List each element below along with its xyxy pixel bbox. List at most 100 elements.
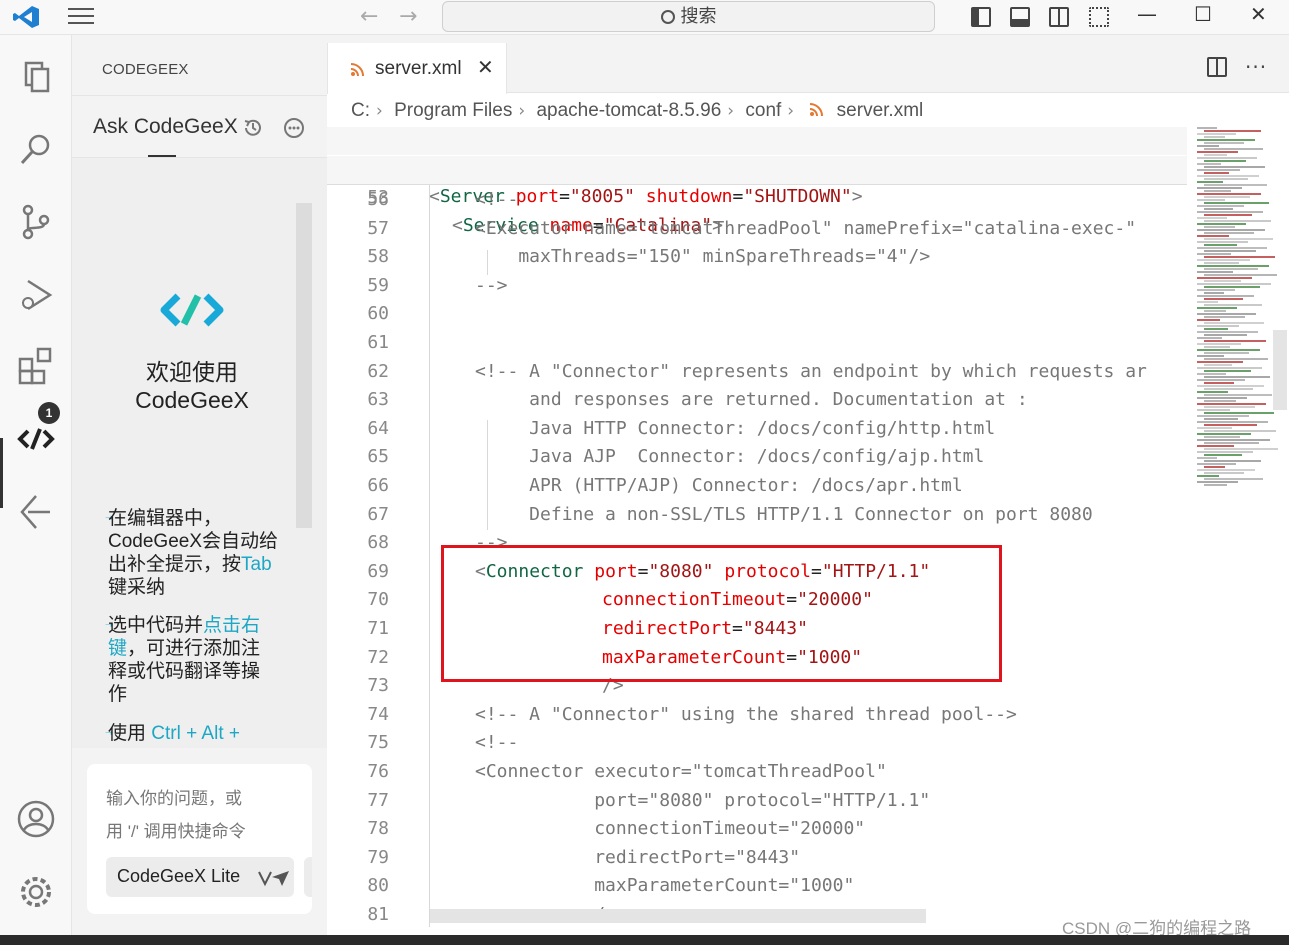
code-line[interactable]: 62 <!-- A "Connector" represents an endpo…	[327, 358, 1187, 386]
minimap-line	[1197, 403, 1266, 405]
tip-right-click: 选中代码并点击右键，可进行添加注释或代码翻译等操作	[108, 614, 278, 706]
code-line[interactable]: 79 redirectPort="8443"	[327, 844, 1187, 872]
code-line[interactable]: 78 connectionTimeout="20000"	[327, 815, 1187, 843]
code-line[interactable]: 56 <!--	[327, 186, 1187, 214]
command-center-search[interactable]: 搜索	[442, 1, 935, 32]
code-line[interactable]: 61	[327, 329, 1187, 357]
code-text: APR (HTTP/AJP) Connector: /docs/apr.html	[475, 475, 963, 496]
minimap-line	[1204, 196, 1250, 198]
active-indicator	[0, 438, 3, 508]
minimap[interactable]	[1193, 127, 1283, 927]
vertical-scrollbar[interactable]	[1273, 330, 1287, 410]
code-line[interactable]: 66 APR (HTTP/AJP) Connector: /docs/apr.h…	[327, 472, 1187, 500]
highlight-annotation-box	[441, 545, 1002, 682]
line-number: 59	[367, 274, 389, 296]
toggle-secondary-sidebar-icon[interactable]	[1049, 7, 1069, 27]
code-line[interactable]: 57 <Executor name="tomcatThreadPool" name…	[327, 215, 1187, 243]
xml-file-icon	[810, 103, 824, 117]
code-line[interactable]: 63 and responses are returned. Documenta…	[327, 386, 1187, 414]
source-control-icon[interactable]	[14, 200, 58, 244]
code-line[interactable]: 67 Define a non-SSL/TLS HTTP/1.1 Connect…	[327, 501, 1187, 529]
toggle-primary-sidebar-icon[interactable]	[971, 7, 991, 27]
code-view[interactable]: 22 <Server port="8005" shutdown="SHUTDOW…	[327, 127, 1187, 927]
code-line[interactable]: 60	[327, 300, 1187, 328]
line-number: 73	[367, 675, 389, 697]
toggle-panel-icon[interactable]	[1010, 7, 1030, 27]
minimap-line	[1197, 193, 1261, 195]
minimap-line	[1204, 172, 1229, 174]
chevron-send-icon	[258, 871, 289, 887]
history-icon[interactable]	[242, 117, 264, 139]
run-debug-icon[interactable]	[14, 273, 58, 317]
search-icon[interactable]	[14, 127, 58, 171]
code-line[interactable]: 58 maxThreads="150" minSpareThreads="4"/…	[327, 243, 1187, 271]
minimap-line	[1197, 427, 1232, 429]
code-text: port="8080" protocol="HTTP/1.1"	[475, 789, 931, 811]
explorer-icon[interactable]	[14, 55, 58, 99]
code-line[interactable]: 75 <!--	[327, 729, 1187, 757]
minimap-line	[1204, 352, 1249, 354]
back-arrow-icon[interactable]: ←	[360, 4, 378, 29]
minimap-line	[1204, 424, 1257, 426]
line-number: 68	[367, 532, 389, 554]
tab-server-xml[interactable]: server.xml ✕	[327, 43, 507, 94]
model-selector[interactable]: CodeGeeX Lite	[106, 857, 294, 897]
remote-icon[interactable]	[14, 490, 58, 534]
send-button[interactable]	[304, 857, 312, 897]
sticky-line[interactable]: 53 <Service name="Catalina">	[327, 156, 1187, 236]
minimap-line	[1204, 460, 1261, 462]
chat-input[interactable]: 输入你的问题，或 用 '/' 调用快捷命令	[106, 782, 296, 848]
account-icon[interactable]	[14, 797, 58, 841]
minimap-line	[1204, 298, 1243, 300]
maximize-button[interactable]: ☐	[1194, 2, 1212, 26]
close-window-button[interactable]: ✕	[1250, 2, 1267, 26]
codegeex-icon[interactable]	[14, 417, 58, 461]
settings-icon[interactable]	[14, 870, 58, 914]
minimap-line	[1204, 292, 1224, 294]
minimap-line	[1204, 160, 1246, 162]
code-line[interactable]: 65 Java AJP Connector: /docs/config/ajp.…	[327, 443, 1187, 471]
extensions-icon[interactable]	[14, 345, 58, 389]
menu-icon[interactable]	[68, 8, 94, 26]
activity-bar: 1	[0, 35, 72, 935]
minimap-line	[1197, 325, 1239, 327]
close-icon[interactable]: ✕	[477, 55, 494, 79]
breadcrumb-item[interactable]: apache-tomcat-8.5.96	[536, 100, 721, 121]
minimap-line	[1204, 256, 1275, 258]
minimize-button[interactable]: —	[1137, 2, 1157, 26]
chevron-right-icon: ›	[787, 101, 795, 121]
minimap-line	[1197, 451, 1253, 453]
minimap-line	[1197, 151, 1238, 153]
breadcrumb-item[interactable]: Program Files	[394, 100, 512, 121]
minimap-line	[1197, 139, 1255, 141]
line-number: 63	[367, 389, 389, 411]
minimap-line	[1204, 232, 1254, 234]
code-line[interactable]: 80 maxParameterCount="1000"	[327, 872, 1187, 900]
ask-codegeex-tab[interactable]: Ask CodeGeeX	[93, 115, 238, 139]
tip-text: 选中代码并	[108, 615, 204, 636]
minimap-line	[1197, 145, 1219, 147]
code-line[interactable]: 64 Java HTTP Connector: /docs/config/htt…	[327, 415, 1187, 443]
minimap-line	[1197, 415, 1249, 417]
code-text: <!-- A "Connector" using the shared thre…	[475, 703, 1017, 725]
welcome-heading: 欢迎使用 CodeGeeX	[72, 358, 312, 414]
minimap-line	[1204, 442, 1259, 444]
code-line[interactable]: 74 <!-- A "Connector" using the shared th…	[327, 701, 1187, 729]
minimap-line	[1197, 247, 1267, 249]
more-actions-icon[interactable]: ···	[1245, 55, 1267, 79]
line-number: 56	[367, 189, 389, 210]
breadcrumb-item[interactable]: server.xml	[837, 100, 924, 121]
forward-arrow-icon[interactable]: →	[399, 4, 417, 29]
code-line[interactable]: 76 <Connector executor="tomcatThreadPool"	[327, 758, 1187, 786]
code-line[interactable]: 59 -->	[327, 272, 1187, 300]
minimap-line	[1204, 166, 1265, 168]
customize-layout-icon[interactable]	[1089, 7, 1109, 27]
split-editor-icon[interactable]	[1207, 57, 1227, 77]
minimap-line	[1197, 445, 1234, 447]
more-options-icon[interactable]	[283, 117, 305, 139]
code-line[interactable]: 77 port="8080" protocol="HTTP/1.1"	[327, 787, 1187, 815]
breadcrumb-item[interactable]: C:	[351, 100, 370, 121]
breadcrumb-item[interactable]: conf	[745, 100, 781, 121]
horizontal-scrollbar[interactable]	[430, 909, 926, 923]
sticky-line[interactable]: 22 <Server port="8005" shutdown="SHUTDOW…	[327, 127, 1187, 207]
